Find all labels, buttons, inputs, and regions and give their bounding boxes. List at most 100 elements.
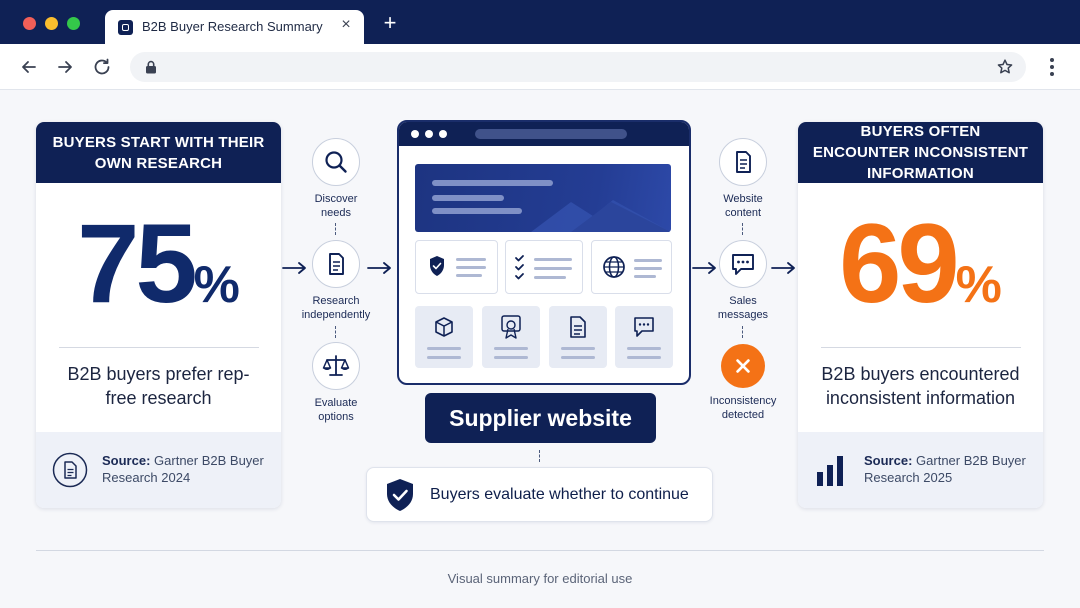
forward-arrow-icon[interactable] (54, 56, 76, 78)
document-icon (52, 452, 88, 488)
bar-chart-icon (814, 452, 850, 488)
mock-text-line (634, 259, 662, 262)
reload-icon[interactable] (91, 56, 113, 78)
lock-icon (144, 60, 158, 74)
mock-text-line (534, 258, 572, 261)
mock-feature-card (415, 240, 498, 294)
step-label: Evaluate options (314, 397, 358, 423)
tab-close-icon[interactable]: × (338, 17, 354, 33)
stat-percent: % (955, 256, 1002, 314)
mock-text-line (634, 275, 656, 278)
mountain-icon (531, 200, 671, 232)
scale-icon (312, 342, 360, 390)
chat-icon (719, 240, 767, 288)
evaluate-text: Buyers evaluate whether to continue (430, 486, 689, 503)
mock-text-line (534, 267, 572, 270)
divider (58, 347, 259, 348)
source-label: Source: (102, 453, 151, 468)
arrow-right-icon (771, 262, 795, 274)
back-arrow-icon[interactable] (18, 56, 40, 78)
mock-text-line (427, 347, 461, 350)
stat-number: 75 (77, 201, 198, 326)
favicon-icon (118, 20, 133, 35)
browser-tab[interactable]: B2B Buyer Research Summary × (105, 10, 364, 44)
page-content: BUYERS START WITH THEIR OWN RESEARCH 75%… (0, 90, 1080, 608)
stat-value: 69% (798, 205, 1043, 323)
arrow-right-icon (282, 262, 306, 274)
mock-tile (415, 306, 473, 368)
step-inconsistency-detected: Inconsistency detected (700, 344, 786, 422)
stat-value: 75% (36, 205, 281, 323)
source-footer: Source: Gartner B2B Buyer Research 2025 (798, 432, 1043, 508)
source-label: Source: (864, 453, 913, 468)
globe-icon (603, 256, 625, 278)
mock-dot (439, 130, 447, 138)
step-label: Sales messages (717, 295, 769, 321)
stat-card-inconsistency: BUYERS OFTEN ENCOUNTER INCONSISTENT INFO… (798, 122, 1043, 508)
step-discover-needs: Discover needs (305, 138, 367, 220)
close-window-button[interactable] (23, 17, 36, 30)
mock-text-line (427, 356, 461, 359)
minimize-window-button[interactable] (45, 17, 58, 30)
new-tab-button[interactable]: + (380, 12, 400, 34)
mock-text-line (456, 266, 486, 269)
connector-line (742, 326, 743, 338)
stat-percent: % (193, 256, 240, 314)
browser-titlebar: B2B Buyer Research Summary × + (0, 0, 1080, 44)
mock-feature-card (505, 240, 583, 294)
more-menu-icon[interactable] (1044, 56, 1060, 78)
connector-line (742, 223, 743, 235)
step-label: Inconsistency detected (709, 395, 777, 421)
step-label: Website content (723, 193, 763, 219)
connector-line (539, 450, 540, 462)
stat-number: 69 (839, 201, 960, 326)
mock-text-line (494, 347, 528, 350)
certificate-icon (501, 315, 521, 339)
card-heading: BUYERS OFTEN ENCOUNTER INCONSISTENT INFO… (798, 122, 1043, 183)
footer-divider (36, 550, 1044, 551)
document-icon (719, 138, 767, 186)
mock-browser-bar (399, 122, 689, 146)
mock-text-line (561, 347, 595, 350)
step-research-independently: Research independently (300, 240, 372, 322)
mock-tile (615, 306, 673, 368)
step-label: Discover needs (314, 193, 358, 219)
mock-text-line (627, 347, 661, 350)
chat-icon (634, 317, 654, 337)
maximize-window-button[interactable] (67, 17, 80, 30)
divider (820, 347, 1021, 348)
evaluate-callout: Buyers evaluate whether to continue (366, 467, 713, 522)
mock-dot (411, 130, 419, 138)
error-x-icon (721, 344, 765, 388)
mock-text-line (456, 274, 482, 277)
mock-text-line (627, 356, 661, 359)
tab-title: B2B Buyer Research Summary (142, 19, 323, 34)
supplier-website-label: Supplier website (425, 393, 656, 443)
browser-toolbar (0, 44, 1080, 90)
stat-description: B2B buyers encountered inconsistent info… (821, 364, 1020, 408)
mock-tile (549, 306, 607, 368)
shield-icon (430, 256, 444, 276)
connector-line (335, 223, 336, 235)
connector-line (335, 326, 336, 338)
mock-text-line (634, 267, 662, 270)
mock-hero-banner (415, 164, 671, 232)
checklist-icon (515, 255, 524, 280)
bookmark-star-icon[interactable] (996, 58, 1014, 76)
arrow-right-icon (367, 262, 391, 274)
document-icon (312, 240, 360, 288)
mock-text-line (432, 195, 504, 201)
mock-text-line (432, 208, 522, 214)
mock-text-line (534, 276, 566, 279)
mock-text-line (494, 356, 528, 359)
mock-feature-card (591, 240, 672, 294)
box-icon (435, 317, 453, 337)
step-sales-messages: Sales messages (712, 240, 774, 322)
step-website-content: Website content (712, 138, 774, 220)
footer-caption: Visual summary for editorial use (447, 571, 633, 586)
address-bar[interactable] (130, 52, 1026, 82)
mock-tile (482, 306, 540, 368)
mock-text-line (561, 356, 595, 359)
stat-card-research: BUYERS START WITH THEIR OWN RESEARCH 75%… (36, 122, 281, 508)
document-icon (570, 316, 586, 338)
